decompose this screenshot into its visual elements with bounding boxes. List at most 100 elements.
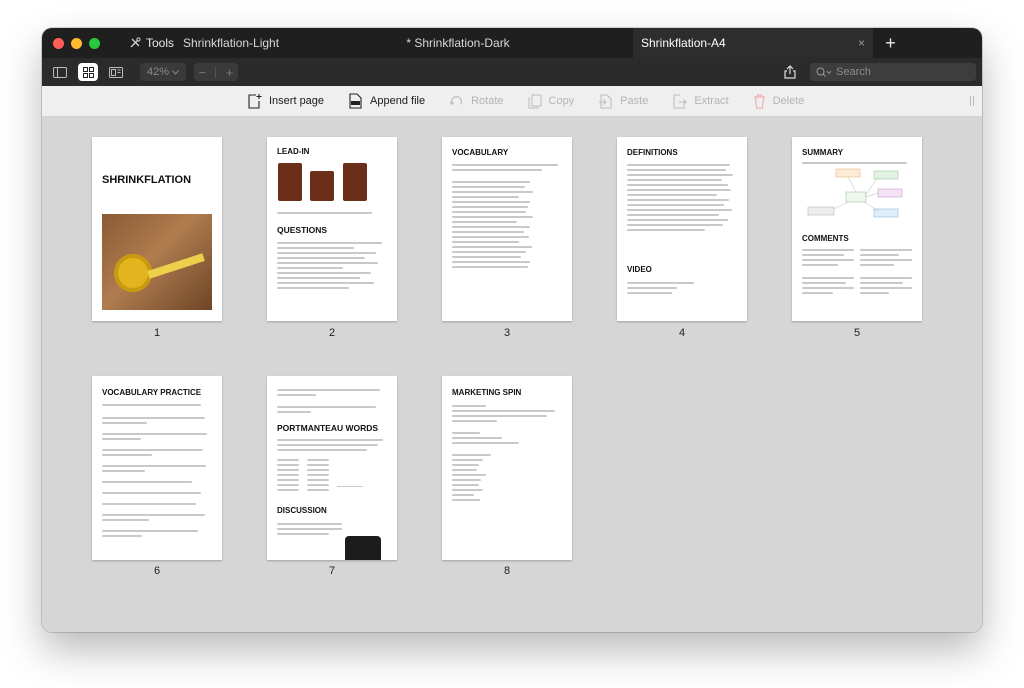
copy-label: Copy [548,95,575,107]
page-2-text [277,209,382,217]
tab-bar: Tools Shrinkflation-Light * Shrinkflatio… [42,28,982,58]
page-grid: SHRINKFLATION 1 LEAD-IN QUESTIONS 2 VOCA… [42,117,982,632]
copy-button[interactable]: Copy [528,94,575,109]
traffic-lights [53,37,123,49]
page-number-7: 7 [328,565,336,577]
page-1-title: SHRINKFLATION [102,174,192,186]
page-layout-icon [109,66,123,78]
share-button[interactable] [780,65,800,79]
page-7-top-text [277,386,389,416]
insert-page-icon [248,94,262,109]
zoom-in-button[interactable]: + [226,65,234,80]
page-number-6: 6 [153,565,161,577]
tools-icon [130,37,141,48]
search-field[interactable]: Search [810,63,976,81]
append-file-button[interactable]: Append file [348,93,425,109]
page-actions-bar: Insert page Append file Rotate Copy Past… [42,86,982,117]
page-thumbnail-6[interactable]: VOCABULARY PRACTICE [92,376,222,560]
zoom-out-button[interactable]: − [199,65,207,80]
page-8-title: MARKETING SPIN [452,388,522,397]
tab-label: * Shrinkflation-Dark [406,36,510,50]
paste-button[interactable]: Paste [598,94,648,109]
tab-label: Shrinkflation-Light [183,36,280,50]
page-3-title: VOCABULARY [452,148,509,157]
page-thumbnail-5[interactable]: SUMMARY COMMENTS [792,137,922,321]
search-icon [816,67,832,77]
page-thumbnail-8[interactable]: MARKETING SPIN [442,376,572,560]
sidebar-toggle-button[interactable] [50,63,70,81]
tab-label: Shrinkflation-A4 [641,36,726,50]
rotate-label: Rotate [471,95,504,107]
page-4-definitions [627,161,739,234]
page-number-4: 4 [678,327,686,339]
toolbar: 42% − + Search [42,58,982,86]
page-5-intro [802,159,912,167]
tools-button[interactable]: Tools [129,36,181,50]
page-view-button[interactable] [106,63,126,81]
page-7-word-columns [277,456,389,494]
rotate-icon [449,95,463,105]
page-7-intro [277,436,389,454]
paste-label: Paste [620,95,649,107]
append-file-label: Append file [370,95,426,107]
stepper-divider [215,66,217,78]
page-2-title: LEAD-IN [277,147,310,156]
share-icon [784,65,796,79]
trash-icon [753,94,765,108]
tab-shrinkflation-a4[interactable]: Shrinkflation-A4 × [633,28,873,58]
append-pdf-icon [349,93,362,109]
copy-icon [528,94,542,108]
app-window: Tools Shrinkflation-Light * Shrinkflatio… [42,28,982,632]
insert-page-button[interactable]: Insert page [247,93,324,109]
tab-shrinkflation-light[interactable]: Shrinkflation-Light [181,28,283,58]
page-6-sentences [102,401,214,540]
extract-icon [673,94,688,108]
page-number-1: 1 [153,327,161,339]
new-tab-button[interactable]: + [873,33,908,54]
page-7-subtitle: DISCUSSION [277,506,327,515]
page-4-video-text [627,279,739,297]
close-tab-icon[interactable]: × [858,36,865,50]
chocolate-bar-icon [278,163,302,201]
page-2-questions [277,239,387,292]
page-thumbnail-4[interactable]: DEFINITIONS VIDEO [617,137,747,321]
chevron-down-icon [172,69,179,75]
zoom-stepper: − + [194,63,238,81]
tape-strip [147,253,205,279]
delete-button[interactable]: Delete [753,94,805,109]
insert-page-label: Insert page [269,95,325,107]
page-2-subtitle: QUESTIONS [277,225,328,235]
page-thumbnail-2[interactable]: LEAD-IN QUESTIONS [267,137,397,321]
minimize-window-button[interactable] [71,37,82,49]
delete-label: Delete [772,95,805,107]
page-thumbnail-7[interactable]: PORTMANTEAU WORDS DISCUSSION [267,376,397,560]
tape-measure-photo [102,214,212,310]
page-thumbnail-1[interactable]: SHRINKFLATION [92,137,222,321]
sidebar-icon [53,66,67,78]
extract-button[interactable]: Extract [672,94,729,109]
page-7-discussion-text [277,520,342,538]
page-4-subtitle: VIDEO [627,265,652,274]
mind-map-diagram [807,168,903,218]
page-6-title: VOCABULARY PRACTICE [102,388,202,397]
rotate-button[interactable]: Rotate [449,94,504,109]
phone-image [345,536,381,560]
page-number-5: 5 [853,327,861,339]
extract-label: Extract [694,95,729,107]
paste-icon [599,94,612,108]
page-7-title: PORTMANTEAU WORDS [277,423,379,433]
chocolate-bar-icon [310,171,334,201]
resize-handle[interactable] [970,96,974,106]
tab-shrinkflation-dark[interactable]: * Shrinkflation-Dark [283,28,633,58]
zoom-window-button[interactable] [89,37,100,49]
page-5-subtitle: COMMENTS [802,234,849,243]
page-3-text [452,161,564,271]
grid-view-button[interactable] [78,63,98,81]
tape-measure-icon [114,254,152,292]
page-thumbnail-3[interactable]: VOCABULARY [442,137,572,321]
close-window-button[interactable] [53,37,64,49]
page-8-text [452,402,564,504]
page-5-comments [802,246,912,297]
tools-label: Tools [146,36,175,50]
zoom-select[interactable]: 42% [140,63,186,81]
